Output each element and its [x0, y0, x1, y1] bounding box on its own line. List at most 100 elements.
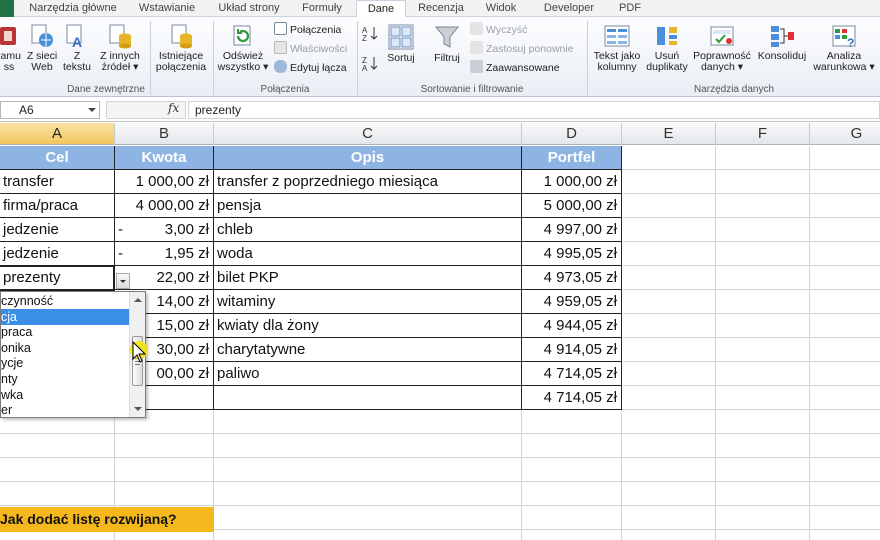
empty-cell[interactable]	[810, 170, 880, 194]
name-box[interactable]: A6	[0, 101, 100, 119]
column-header-c[interactable]: C	[214, 123, 522, 145]
empty-cell[interactable]	[214, 506, 522, 530]
cell-opis[interactable]: charytatywne	[214, 338, 522, 362]
advanced-filter-button[interactable]: Zaawansowane	[470, 60, 560, 76]
empty-cell[interactable]	[716, 194, 810, 218]
empty-cell[interactable]	[810, 266, 880, 290]
cell-cel[interactable]: transfer	[0, 170, 115, 194]
empty-cell[interactable]	[622, 362, 716, 386]
cell-portfel[interactable]: 4 944,05 zł	[522, 314, 622, 338]
cell-portfel[interactable]: 4 959,05 zł	[522, 290, 622, 314]
from-other-sources-button[interactable]: Z innych źródeł ▾	[96, 23, 144, 73]
empty-cell[interactable]	[622, 386, 716, 410]
empty-cell[interactable]	[810, 458, 880, 482]
empty-cell[interactable]	[716, 434, 810, 458]
empty-cell[interactable]	[810, 434, 880, 458]
empty-cell[interactable]	[622, 482, 716, 506]
empty-cell[interactable]	[0, 482, 115, 506]
cell-portfel[interactable]: 4 714,05 zł	[522, 386, 622, 410]
empty-cell[interactable]	[716, 266, 810, 290]
consolidate-button[interactable]: Konsoliduj	[754, 23, 810, 62]
cell-portfel[interactable]: 4 973,05 zł	[522, 266, 622, 290]
dropdown-option[interactable]: praca	[1, 324, 129, 340]
empty-cell[interactable]	[716, 242, 810, 266]
empty-cell[interactable]	[716, 506, 810, 530]
cell-portfel[interactable]: 4 914,05 zł	[522, 338, 622, 362]
text-to-columns-button[interactable]: Tekst jako kolumny	[590, 23, 644, 73]
cell-cel[interactable]: jedzenie	[0, 242, 115, 266]
table-header-c[interactable]: Opis	[214, 146, 522, 170]
cell-opis[interactable]: woda	[214, 242, 522, 266]
column-header-g[interactable]: G	[810, 123, 880, 145]
cell-opis[interactable]: witaminy	[214, 290, 522, 314]
connections-button[interactable]: Połączenia	[274, 22, 341, 38]
cell-opis[interactable]: bilet PKP	[214, 266, 522, 290]
empty-cell[interactable]	[716, 338, 810, 362]
tab-developer[interactable]: Developer	[532, 0, 606, 17]
column-header-e[interactable]: E	[622, 123, 716, 145]
insert-function-icon[interactable]: fx	[168, 101, 179, 115]
properties-button[interactable]: Właściwości	[274, 41, 347, 57]
cell-portfel[interactable]: 4 995,05 zł	[522, 242, 622, 266]
cell-cel[interactable]: prezenty	[0, 266, 115, 290]
remove-duplicates-button[interactable]: Usuń duplikaty	[646, 23, 688, 73]
empty-cell[interactable]	[522, 506, 622, 530]
tab-formulas[interactable]: Formuły	[294, 0, 350, 17]
cell-cel[interactable]: firma/praca	[0, 194, 115, 218]
empty-cell[interactable]	[716, 530, 810, 540]
empty-cell[interactable]	[115, 434, 214, 458]
reapply-button[interactable]: Zastosuj ponownie	[470, 41, 574, 57]
empty-cell[interactable]	[810, 410, 880, 434]
scroll-down-icon[interactable]	[134, 407, 142, 411]
empty-cell[interactable]	[810, 530, 880, 540]
cell-portfel[interactable]: 1 000,00 zł	[522, 170, 622, 194]
table-header-d[interactable]: Portfel	[522, 146, 622, 170]
dropdown-option[interactable]: nty	[1, 371, 129, 387]
tab-view[interactable]: Widok	[478, 0, 524, 17]
empty-cell[interactable]	[810, 290, 880, 314]
empty-cell[interactable]	[810, 314, 880, 338]
empty-cell[interactable]	[810, 146, 880, 170]
empty-cell[interactable]	[214, 410, 522, 434]
cell-opis[interactable]	[214, 386, 522, 410]
sort-az-button[interactable]: AZ	[360, 25, 382, 44]
empty-cell[interactable]	[622, 314, 716, 338]
empty-cell[interactable]	[810, 362, 880, 386]
column-header-a[interactable]: A	[0, 123, 115, 145]
empty-cell[interactable]	[716, 362, 810, 386]
empty-cell[interactable]	[810, 242, 880, 266]
from-text-button[interactable]: A Z tekstu	[62, 23, 92, 73]
empty-cell[interactable]	[716, 218, 810, 242]
column-header-d[interactable]: D	[522, 123, 622, 145]
empty-cell[interactable]	[214, 434, 522, 458]
empty-cell[interactable]	[810, 194, 880, 218]
empty-cell[interactable]	[716, 290, 810, 314]
cell-kwota[interactable]: 4 000,00 zł	[115, 194, 214, 218]
sort-za-button[interactable]: ZA	[360, 55, 382, 74]
data-validation-button[interactable]: Poprawność danych ▾	[690, 23, 754, 73]
empty-cell[interactable]	[810, 386, 880, 410]
empty-cell[interactable]	[522, 458, 622, 482]
empty-cell[interactable]	[716, 482, 810, 506]
tab-review[interactable]: Recenzja	[410, 0, 472, 17]
empty-cell[interactable]	[622, 218, 716, 242]
scroll-up-icon[interactable]	[134, 298, 142, 302]
dropdown-option[interactable]: onika	[1, 340, 129, 356]
name-box-dropdown-icon[interactable]	[88, 108, 96, 112]
empty-cell[interactable]	[115, 482, 214, 506]
tab-data[interactable]: Dane	[356, 0, 406, 18]
edit-links-button[interactable]: Edytuj łącza	[274, 60, 347, 76]
empty-cell[interactable]	[810, 482, 880, 506]
column-header-b[interactable]: B	[115, 123, 214, 145]
cell-opis[interactable]: chleb	[214, 218, 522, 242]
clear-filter-button[interactable]: Wyczyść	[470, 22, 527, 38]
empty-cell[interactable]	[522, 530, 622, 540]
empty-cell[interactable]	[214, 458, 522, 482]
what-if-analysis-button[interactable]: ? Analiza warunkowa ▾	[810, 23, 878, 73]
empty-cell[interactable]	[622, 434, 716, 458]
from-access-button[interactable]: ramu ss	[0, 23, 22, 73]
table-header-b[interactable]: Kwota	[115, 146, 214, 170]
empty-cell[interactable]	[716, 314, 810, 338]
list-dropdown-button[interactable]	[116, 273, 130, 289]
cell-kwota[interactable]: 1 000,00 zł	[115, 170, 214, 194]
